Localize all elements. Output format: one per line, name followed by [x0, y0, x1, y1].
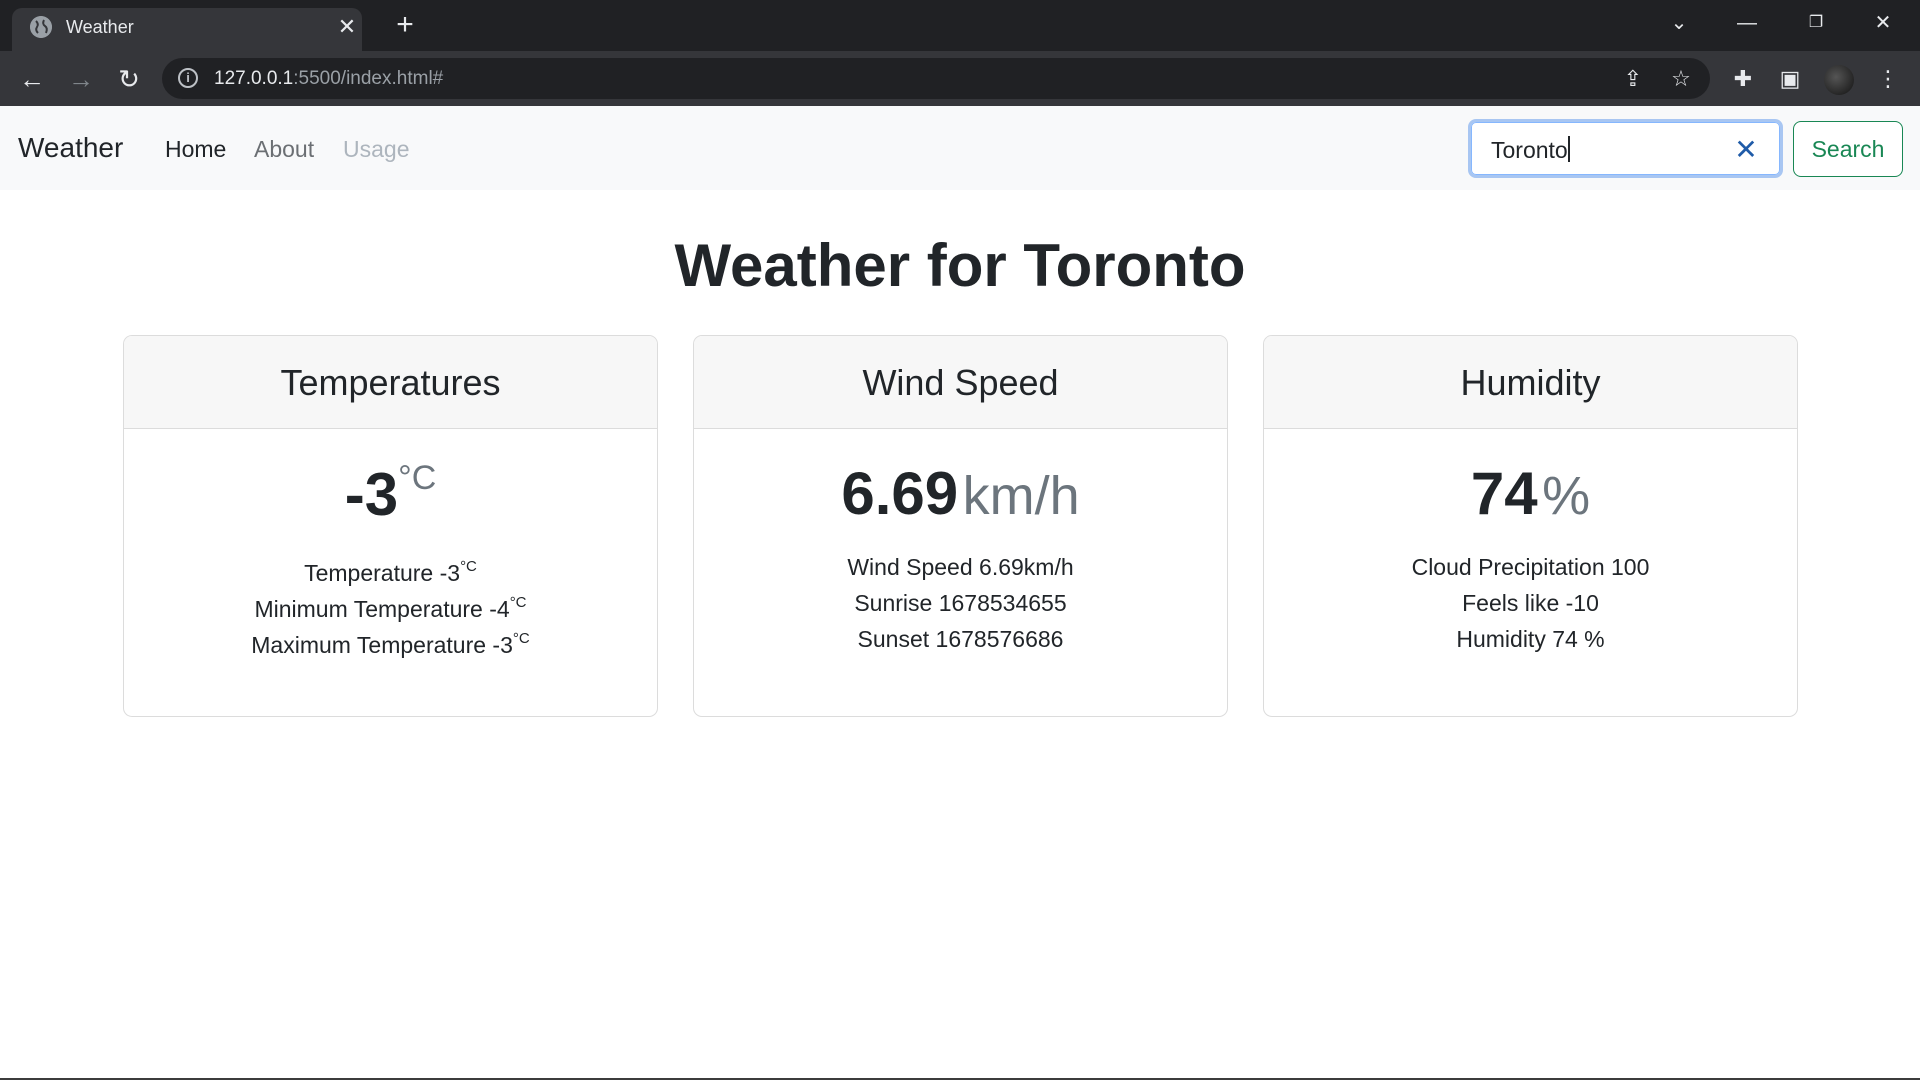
wind-speed-unit: km/h — [962, 466, 1080, 526]
chevron-down-icon[interactable]: ⌄ — [1664, 10, 1694, 36]
plus-icon[interactable]: + — [392, 10, 418, 40]
tab-title: Weather — [66, 17, 134, 37]
clear-icon[interactable]: ✕ — [1734, 135, 1758, 165]
card-header: Temperatures — [124, 336, 657, 429]
browser-tabstrip: Weather ✕ + ⌄ — ❐ ✕ — [0, 0, 1920, 51]
minimize-icon[interactable]: — — [1732, 10, 1762, 36]
close-icon[interactable]: ✕ — [336, 16, 358, 38]
detail-line: Humidity 74 % — [1456, 626, 1605, 652]
card-main-value: 6.69 km/h — [694, 459, 1227, 529]
globe-icon — [30, 16, 52, 38]
nav-link-about[interactable]: About — [254, 134, 314, 164]
card-header: Wind Speed — [694, 336, 1227, 429]
humidity-value: 74 — [1470, 460, 1538, 527]
nav-link-home[interactable]: Home — [165, 134, 226, 164]
search-button[interactable]: Search — [1793, 121, 1903, 177]
temperature-card: Temperatures -3°C Temperature -3°C Minim… — [123, 335, 658, 717]
close-icon[interactable]: ✕ — [1868, 10, 1898, 36]
browser-toolbar: ← → ↻ i 127.0.0.1:5500/index.html# ⇪ ☆ ✚… — [0, 51, 1920, 106]
forward-icon[interactable]: → — [66, 64, 96, 94]
info-icon[interactable]: i — [178, 68, 198, 88]
card-details: Wind Speed 6.69km/h Sunrise 1678534655 S… — [694, 549, 1227, 657]
text-caret — [1567, 136, 1570, 162]
humidity-unit: % — [1542, 466, 1591, 526]
detail-line: Feels like -10 — [1462, 590, 1599, 616]
share-icon[interactable]: ⇪ — [1620, 66, 1646, 92]
card-main-value: 74 % — [1264, 459, 1797, 529]
detail-line: Temperature -3°C — [304, 558, 477, 586]
temperature-value: -3 — [344, 461, 399, 528]
extensions-icon[interactable]: ✚ — [1728, 64, 1758, 94]
side-panel-icon[interactable]: ▣ — [1775, 64, 1805, 94]
card-details: Temperature -3°C Minimum Temperature -4°… — [124, 549, 657, 658]
url-text[interactable]: 127.0.0.1:5500/index.html# — [214, 67, 443, 91]
brand-link[interactable]: Weather — [18, 130, 123, 166]
wind-speed-card: Wind Speed 6.69 km/h Wind Speed 6.69km/h… — [693, 335, 1228, 717]
reload-icon[interactable]: ↻ — [114, 64, 144, 94]
restore-icon[interactable]: ❐ — [1801, 10, 1831, 36]
humidity-card: Humidity 74 % Cloud Precipitation 100 Fe… — [1263, 335, 1798, 717]
back-icon[interactable]: ← — [17, 64, 47, 94]
detail-line: Minimum Temperature -4°C — [254, 594, 527, 622]
browser-tab[interactable]: Weather ✕ — [12, 8, 362, 51]
search-value: Toronto — [1491, 137, 1568, 163]
menu-icon[interactable]: ⋮ — [1873, 64, 1903, 94]
card-details: Cloud Precipitation 100 Feels like -10 H… — [1264, 549, 1797, 657]
detail-line: Wind Speed 6.69km/h — [847, 554, 1074, 580]
temperature-unit: °C — [398, 459, 437, 497]
page-title: Weather for Toronto — [674, 232, 1246, 299]
star-icon[interactable]: ☆ — [1668, 66, 1694, 92]
nav-link-usage: Usage — [343, 136, 410, 162]
detail-line: Sunrise 1678534655 — [854, 590, 1067, 616]
site-navbar: Weather Home About Usage Toronto ✕ Searc… — [0, 106, 1920, 190]
avatar[interactable] — [1824, 65, 1854, 95]
search-input[interactable]: Toronto ✕ — [1468, 119, 1783, 178]
card-main-value: -3°C — [124, 459, 657, 529]
card-header: Humidity — [1264, 336, 1797, 429]
detail-line: Maximum Temperature -3°C — [251, 630, 530, 658]
detail-line: Cloud Precipitation 100 — [1411, 554, 1650, 580]
address-bar[interactable]: i 127.0.0.1:5500/index.html# ⇪ ☆ — [162, 58, 1710, 99]
wind-speed-value: 6.69 — [841, 460, 959, 527]
detail-line: Sunset 1678576686 — [857, 626, 1064, 652]
